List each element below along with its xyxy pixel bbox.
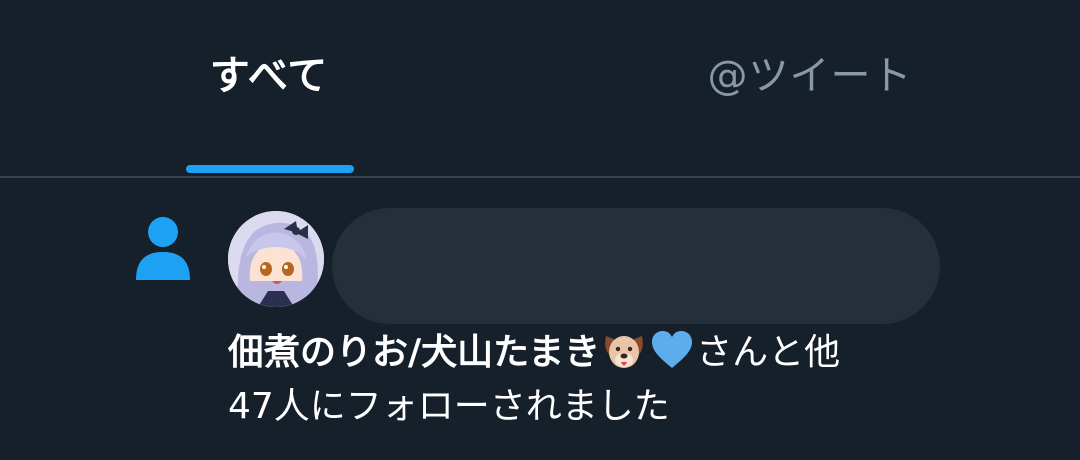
follow-notification[interactable]: 佃煮のりお/犬山たまき さんと他 47人にフォローされました — [0, 178, 1080, 460]
blue-heart-emoji-icon — [652, 331, 693, 368]
follower-name[interactable]: 佃煮のりお/犬山たまき — [228, 332, 600, 373]
redacted-avatars-area — [332, 208, 940, 324]
dog-face-emoji-icon — [605, 336, 643, 368]
tab-bar: すべて @ツイート — [0, 0, 1080, 178]
tab-mentions[interactable]: @ツイート — [670, 0, 950, 176]
tab-all[interactable]: すべて — [176, 0, 362, 176]
follow-count-text: 47人にフォローされました — [228, 386, 670, 427]
active-tab-indicator — [186, 165, 354, 173]
notification-suffix: さんと他 — [696, 332, 841, 373]
person-icon — [136, 217, 190, 280]
notification-text: 佃煮のりお/犬山たまき さんと他 47人にフォローされました — [228, 326, 1048, 434]
avatar[interactable] — [228, 211, 324, 307]
